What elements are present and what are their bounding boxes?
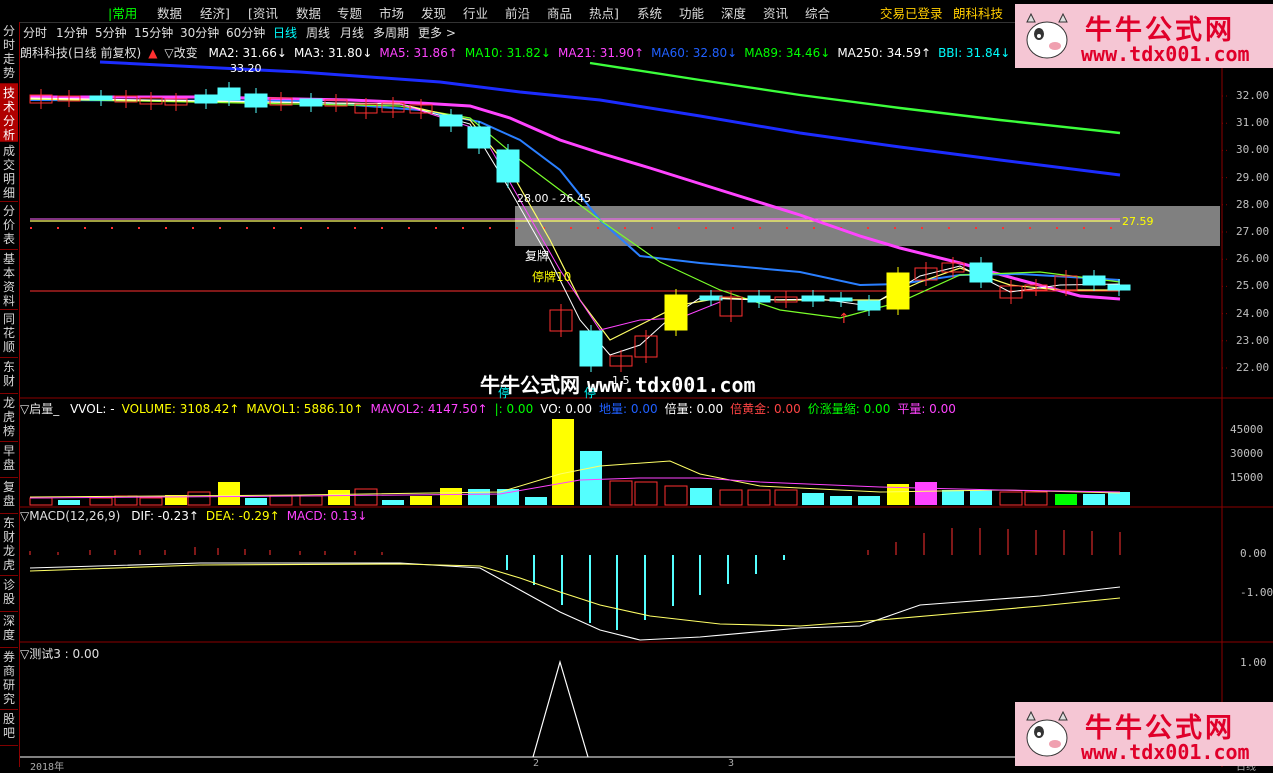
volume-indicator: 地量: 0.00 <box>599 402 658 416</box>
price-tick: 30.00 <box>1236 143 1270 157</box>
macd-title[interactable]: ▽MACD(12,26,9) <box>20 509 120 523</box>
high-price-label: 33.20 <box>230 62 262 75</box>
volume-indicator: |: 0.00 <box>494 402 534 416</box>
volume-indicator: MAVOL2: 4147.50↑ <box>370 402 488 416</box>
watermark-text: 牛牛公式网 www.tdx001.com <box>480 373 756 397</box>
test3-tick: 1.00 <box>1240 656 1267 669</box>
kline-indicator: MA10: 31.82↓ <box>464 46 551 60</box>
kline-indicator: MA3: 31.80↓ <box>293 46 373 60</box>
red-dot-row <box>30 227 1112 229</box>
suspend-label: 停牌10 <box>532 270 572 284</box>
volume-tick: 15000 <box>1230 471 1264 484</box>
volume-title[interactable]: ▽启量_ <box>20 402 59 416</box>
price-tick: 32.00 <box>1236 89 1270 102</box>
grid-lines <box>1222 95 1230 369</box>
kline-indicators: MA2: 31.66↓ MA3: 31.80↓ MA5: 31.86↑ MA10: 3… <box>208 46 1115 60</box>
price-tick: 29.00 <box>1236 170 1270 184</box>
date-label-year: 2018年 <box>30 762 65 773</box>
date-label-mar: 3 <box>728 758 735 769</box>
macd-tick: -1.00 <box>1240 586 1273 599</box>
volume-info-line: ▽启量_ VVOL: - VOLUME: 3108.42↑ MAVOL1: 5886… <box>20 400 970 417</box>
volume-indicators: VVOL: - VOLUME: 3108.42↑ MAVOL1: 5886.10↑ M… <box>70 402 963 416</box>
kline-title: 朗科科技(日线 前复权) <box>20 46 142 60</box>
price-tick: 31.00 <box>1236 116 1270 130</box>
change-button[interactable]: ▽改变 <box>164 46 197 60</box>
volume-bars <box>29 419 1130 506</box>
level-price-label: 27.59 <box>1122 215 1154 228</box>
price-tick: 25.00 <box>1236 279 1270 293</box>
price-tick: 26.00 <box>1236 252 1270 266</box>
volume-indicator: 平量: 0.00 <box>897 402 956 416</box>
macd-lines <box>29 562 1121 641</box>
volume-tick: 30000 <box>1230 447 1264 460</box>
cow-logo-icon <box>1026 12 1068 59</box>
up-arrow-marker: ↑ <box>838 311 850 327</box>
macd-indicator: DIF: -0.23↑ <box>131 509 199 523</box>
volume-indicator: VVOL: - <box>70 402 115 416</box>
kline-indicator: MA5: 31.86↑ <box>379 46 458 60</box>
kline-indicator: MA21: 31.90↑ <box>558 46 645 60</box>
macd-indicators: DIF: -0.23↑ DEA: -0.29↑ MACD: 0.13↓ <box>131 509 374 523</box>
date-label-feb: 2 <box>533 758 540 769</box>
kline-indicator: MA250: 34.59↑ <box>837 46 932 60</box>
volume-indicator: 倍黄金: 0.00 <box>730 402 801 416</box>
price-tick: 28.00 <box>1236 197 1270 211</box>
volume-indicator: 倍量: 0.00 <box>664 402 724 416</box>
watermark-stamp-bottom: 牛牛公式网 www.tdx001.com <box>1015 702 1273 766</box>
band-range-label: 28.00 - 26.45 <box>517 192 591 205</box>
price-tick: 27.00 <box>1236 225 1270 238</box>
macd-info-line: ▽MACD(12,26,9) DIF: -0.23↑ DEA: -0.29↑ MAC… <box>20 509 381 523</box>
macd-indicator: DEA: -0.29↑ <box>205 509 280 523</box>
price-tick: 24.00 <box>1236 306 1270 320</box>
kline-indicator: MA60: 32.80↓ <box>651 46 738 60</box>
kline-indicator: MA89: 34.46↓ <box>744 46 831 60</box>
macd-histogram <box>29 528 1121 630</box>
kline-indicator: MA2: 31.66↓ <box>208 46 287 60</box>
kline-info-line: 朗科科技(日线 前复权) ▲ ▽改变 MA2: 31.66↓ MA3: 31.80↓ M… <box>20 44 1123 61</box>
up-arrow-icon: ▲ <box>148 46 158 60</box>
volume-tick: 45000 <box>1230 423 1264 436</box>
kline-indicator: BBI: 31.84↓ <box>938 46 1011 60</box>
macd-tick: 0.00 <box>1240 547 1267 560</box>
watermark-stamp-top: 牛牛公式网 www.tdx001.com <box>1015 4 1273 68</box>
price-tick: 23.00 <box>1236 333 1270 347</box>
volume-indicator: 价涨量缩: 0.00 <box>807 402 891 416</box>
price-tick: 22.00 <box>1236 361 1270 374</box>
volume-indicator: VOLUME: 3108.42↑ <box>121 402 240 416</box>
macd-indicator: MACD: 0.13↓ <box>286 509 368 523</box>
volume-indicator: MAVOL1: 5886.10↑ <box>246 402 364 416</box>
volume-indicator: VO: 0.00 <box>540 402 593 416</box>
test3-line <box>532 659 589 758</box>
cow-logo-icon <box>1026 710 1068 757</box>
resume-label: 复牌 <box>525 249 550 263</box>
test3-title[interactable]: ▽测试3 : 0.00 <box>20 645 99 662</box>
